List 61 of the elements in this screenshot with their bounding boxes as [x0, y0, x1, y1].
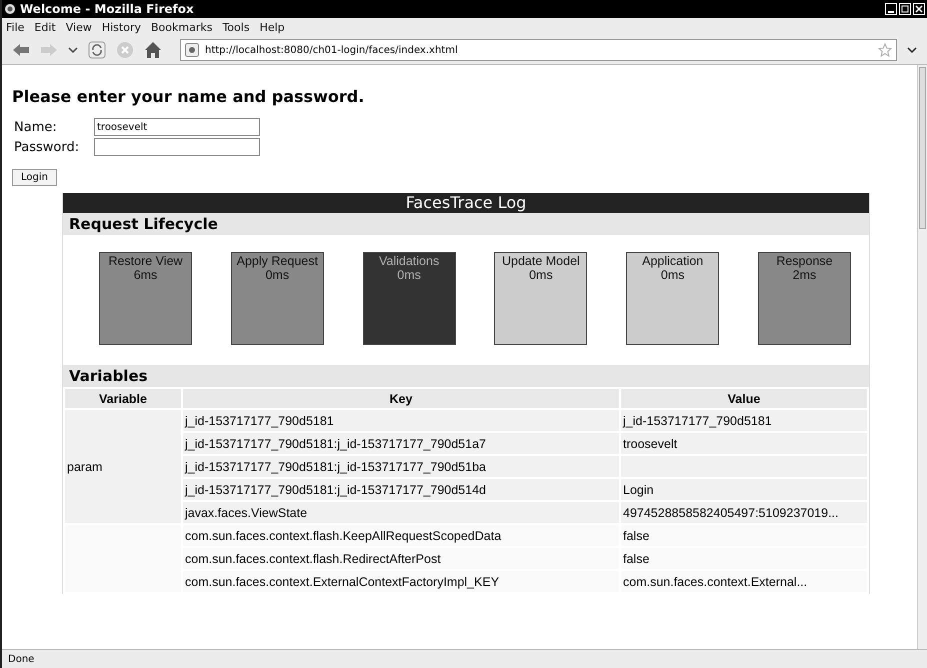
table-cell: com.sun.faces.context.flash.KeepAllRequestScopedData [183, 525, 619, 546]
table-cell: j_id-153717177_790d5181 [183, 410, 619, 431]
table-cell: j_id-153717177_790d5181:j_id-153717177_790d51a7 [183, 433, 619, 454]
phase-name: Update Model [502, 254, 580, 268]
table-cell: j_id-153717177_790d5181 [621, 410, 867, 431]
phase-name: Restore View [108, 254, 183, 268]
table-cell: com.sun.faces.context.External... [621, 571, 867, 592]
table-cell: param [65, 410, 181, 523]
status-text: Done [2, 649, 927, 668]
scrollbar-thumb[interactable] [919, 67, 926, 229]
address-bar[interactable]: http://localhost:8080/ch01-login/faces/index.xhtml [180, 39, 897, 61]
menu-item[interactable]: Bookmarks [150, 20, 212, 34]
menu-item[interactable]: File [6, 20, 24, 34]
table-cell: false [621, 525, 867, 546]
phase-name: Application [642, 254, 704, 268]
reload-icon[interactable] [88, 41, 106, 59]
login-button[interactable]: Login [12, 169, 57, 186]
star-icon[interactable] [878, 43, 892, 57]
table-cell: troosevelt [621, 433, 867, 454]
minimize-icon[interactable] [885, 3, 897, 15]
window-title: Welcome - Mozilla Firefox [20, 2, 194, 16]
phase-name: Validations [378, 254, 440, 268]
table-cell: javax.faces.ViewState [183, 502, 619, 523]
table-cell: com.sun.faces.context.flash.RedirectAfterPost [183, 548, 619, 569]
input-field[interactable] [94, 138, 260, 156]
field-label: Password: [14, 140, 80, 154]
phase-time: 0ms [529, 268, 553, 282]
field-label: Name: [14, 120, 58, 134]
phase-time: 0ms [660, 268, 684, 282]
phase-time: 6ms [134, 268, 158, 282]
input-field[interactable]: troosevelt [94, 118, 260, 136]
table-cell: 4974528858582405497:5109237019... [621, 502, 867, 523]
page-heading: Please enter your name and password. [12, 87, 366, 106]
maximize-icon[interactable] [899, 3, 911, 15]
menu-item[interactable]: Edit [34, 20, 56, 34]
table-cell: Login [621, 479, 867, 500]
back-arrow-icon[interactable] [12, 42, 30, 58]
table-cell: false [621, 548, 867, 569]
phase-name: Response [776, 254, 833, 268]
menu-item[interactable]: Tools [222, 20, 250, 34]
site-identity-icon[interactable] [185, 43, 199, 57]
section-heading: Request Lifecycle [63, 213, 869, 235]
close-icon[interactable] [913, 3, 925, 15]
phase-time: 2ms [792, 268, 816, 282]
phase-name: Apply Request [236, 254, 318, 268]
table-cell: j_id-153717177_790d5181:j_id-153717177_790d514d [183, 479, 619, 500]
menu-item[interactable]: View [66, 20, 92, 34]
column-header: Key [183, 389, 619, 408]
column-header: Value [621, 389, 867, 408]
url-text: http://localhost:8080/ch01-login/faces/index.xhtml [205, 44, 458, 56]
table-cell: com.sun.faces.context.ExternalContextFactoryImpl_KEY [183, 571, 619, 592]
table-cell: j_id-153717177_790d5181:j_id-153717177_790d51ba [183, 456, 619, 477]
scrollbar[interactable] [917, 65, 927, 649]
menu-item[interactable]: History [102, 20, 141, 34]
section-heading: Variables [63, 365, 869, 387]
column-header: Variable [65, 389, 181, 408]
log-title: FacesTrace Log [63, 193, 869, 213]
phase-time: 0ms [397, 268, 421, 282]
phase-time: 0ms [265, 268, 290, 282]
menu-item[interactable]: Help [260, 20, 285, 34]
home-icon[interactable] [144, 41, 162, 59]
